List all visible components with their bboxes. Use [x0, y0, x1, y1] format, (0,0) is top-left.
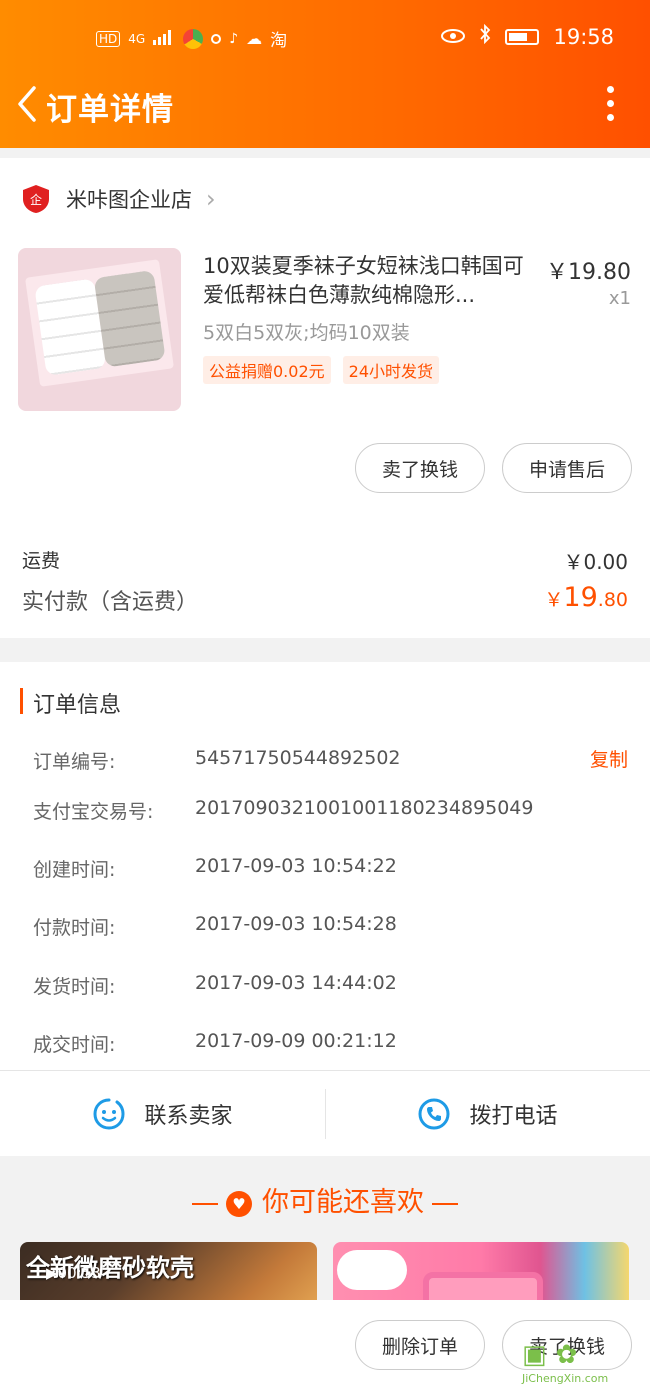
- product-quantity: x1: [608, 288, 631, 309]
- contact-seller-button[interactable]: 联系卖家: [0, 1071, 325, 1157]
- section-accent-bar: [20, 688, 23, 714]
- network-indicator: 4G: [128, 31, 146, 46]
- watermark-text: JiChengXin.com: [522, 1372, 609, 1385]
- paid-time-label: 付款时间:: [33, 917, 116, 939]
- paid-label: 实付款（含运费）: [22, 590, 199, 615]
- weather-icon: ☁: [246, 29, 263, 48]
- status-time: 19:58: [553, 24, 614, 49]
- product-image[interactable]: [18, 248, 181, 411]
- product-price: ￥19.80: [546, 260, 631, 285]
- phone-icon: [418, 1098, 450, 1130]
- status-right: 19:58: [441, 23, 614, 49]
- deal-time-value: 2017-09-09 00:21:12: [195, 1030, 397, 1052]
- play-icon: ▶: [46, 1264, 58, 1282]
- eye-icon: [441, 25, 466, 49]
- product-title[interactable]: 10双装夏季袜子女短袜浅口韩国可爱低帮袜白色薄款纯棉隐形...: [203, 252, 539, 310]
- contact-bar: 联系卖家 拨打电话: [0, 1070, 650, 1156]
- alipay-trade-value: 2017090321001001180234895049: [195, 797, 534, 819]
- deal-time-label: 成交时间:: [33, 1034, 116, 1056]
- shipped-time-label: 发货时间:: [33, 976, 116, 998]
- created-time-label: 创建时间:: [33, 859, 116, 881]
- status-left: HD 4G ♪ ☁ 淘: [96, 26, 287, 51]
- created-time-value: 2017-09-03 10:54:22: [195, 855, 397, 877]
- paid-time-value: 2017-09-03 10:54:28: [195, 913, 397, 935]
- charity-tag: 公益捐赠0.02元: [203, 356, 331, 384]
- gray-socks: [93, 270, 166, 368]
- paid-integer: 19: [563, 582, 598, 613]
- svg-text:企: 企: [30, 192, 42, 207]
- recommend-card-1[interactable]: 全新微磨砂软壳 ▶00:53: [20, 1242, 317, 1300]
- socks-box: [25, 259, 174, 387]
- order-number-value: 54571750544892502: [195, 747, 401, 769]
- paid-value: ￥19.80: [544, 582, 628, 613]
- shop-row[interactable]: 企 米咔图企业店 ›: [22, 182, 216, 216]
- app-notification-icon: [183, 28, 204, 49]
- product-tags: 公益捐赠0.02元 24小时发货: [203, 356, 440, 384]
- back-icon[interactable]: [12, 84, 42, 124]
- copy-button[interactable]: 复制: [590, 745, 628, 772]
- taobao-icon: 淘: [270, 31, 288, 51]
- battery-icon: [505, 28, 540, 45]
- message-icon: [211, 33, 222, 44]
- chevron-right-icon: ›: [206, 185, 216, 213]
- recommend-card-2[interactable]: [333, 1242, 629, 1300]
- contact-seller-label: 联系卖家: [144, 1104, 233, 1129]
- video-duration: ▶00:53: [46, 1264, 101, 1282]
- delete-order-button[interactable]: 删除订单: [355, 1320, 485, 1370]
- shipping-value: ￥0.00: [563, 550, 628, 574]
- call-phone-button[interactable]: 拨打电话: [325, 1071, 650, 1157]
- tiktok-icon: ♪: [229, 30, 239, 47]
- app-header: HD 4G ♪ ☁ 淘 19:58 订单详情: [0, 0, 650, 148]
- signal-icon: [153, 29, 175, 49]
- order-number-label: 订单编号:: [33, 751, 116, 773]
- more-options-icon[interactable]: [600, 86, 620, 126]
- hd-indicator: HD: [96, 30, 121, 47]
- shop-name[interactable]: 米咔图企业店: [66, 184, 192, 214]
- sell-exchange-button[interactable]: 卖了换钱: [355, 443, 485, 493]
- paid-currency: ￥: [544, 589, 564, 611]
- call-phone-label: 拨打电话: [469, 1104, 558, 1129]
- heart-icon: ♥: [226, 1190, 252, 1217]
- recommend-header: ♥ 你可能还喜欢: [0, 1180, 650, 1219]
- shipped-time-value: 2017-09-03 14:44:02: [195, 972, 397, 994]
- cartoon-face: [337, 1250, 407, 1290]
- enterprise-shop-icon: 企: [23, 185, 49, 213]
- page-title: 订单详情: [46, 92, 174, 128]
- nav-bar: 订单详情: [0, 78, 650, 134]
- status-bar: HD 4G ♪ ☁ 淘 19:58: [0, 22, 650, 54]
- chat-icon: [93, 1098, 125, 1130]
- left-decor-line: [192, 1202, 218, 1205]
- watermark-logo: ▣ ✿ JiChengXin.com: [522, 1340, 642, 1388]
- order-info-title: 订单信息: [33, 693, 122, 718]
- after-sale-button[interactable]: 申请售后: [502, 443, 632, 493]
- alipay-trade-label: 支付宝交易号:: [33, 801, 154, 823]
- watermark-glyph: ▣ ✿: [522, 1340, 578, 1370]
- shipping-tag: 24小时发货: [342, 356, 440, 384]
- video-duration-text: 00:53: [57, 1264, 101, 1282]
- bluetooth-icon: [479, 23, 491, 49]
- paid-decimal: .80: [597, 589, 628, 611]
- shipping-label: 运费: [22, 550, 61, 572]
- right-decor-line: [432, 1202, 458, 1205]
- product-sku: 5双白5双灰;均码10双装: [203, 322, 410, 344]
- recommend-title: 你可能还喜欢: [262, 1187, 424, 1218]
- tablet-case: [423, 1272, 543, 1300]
